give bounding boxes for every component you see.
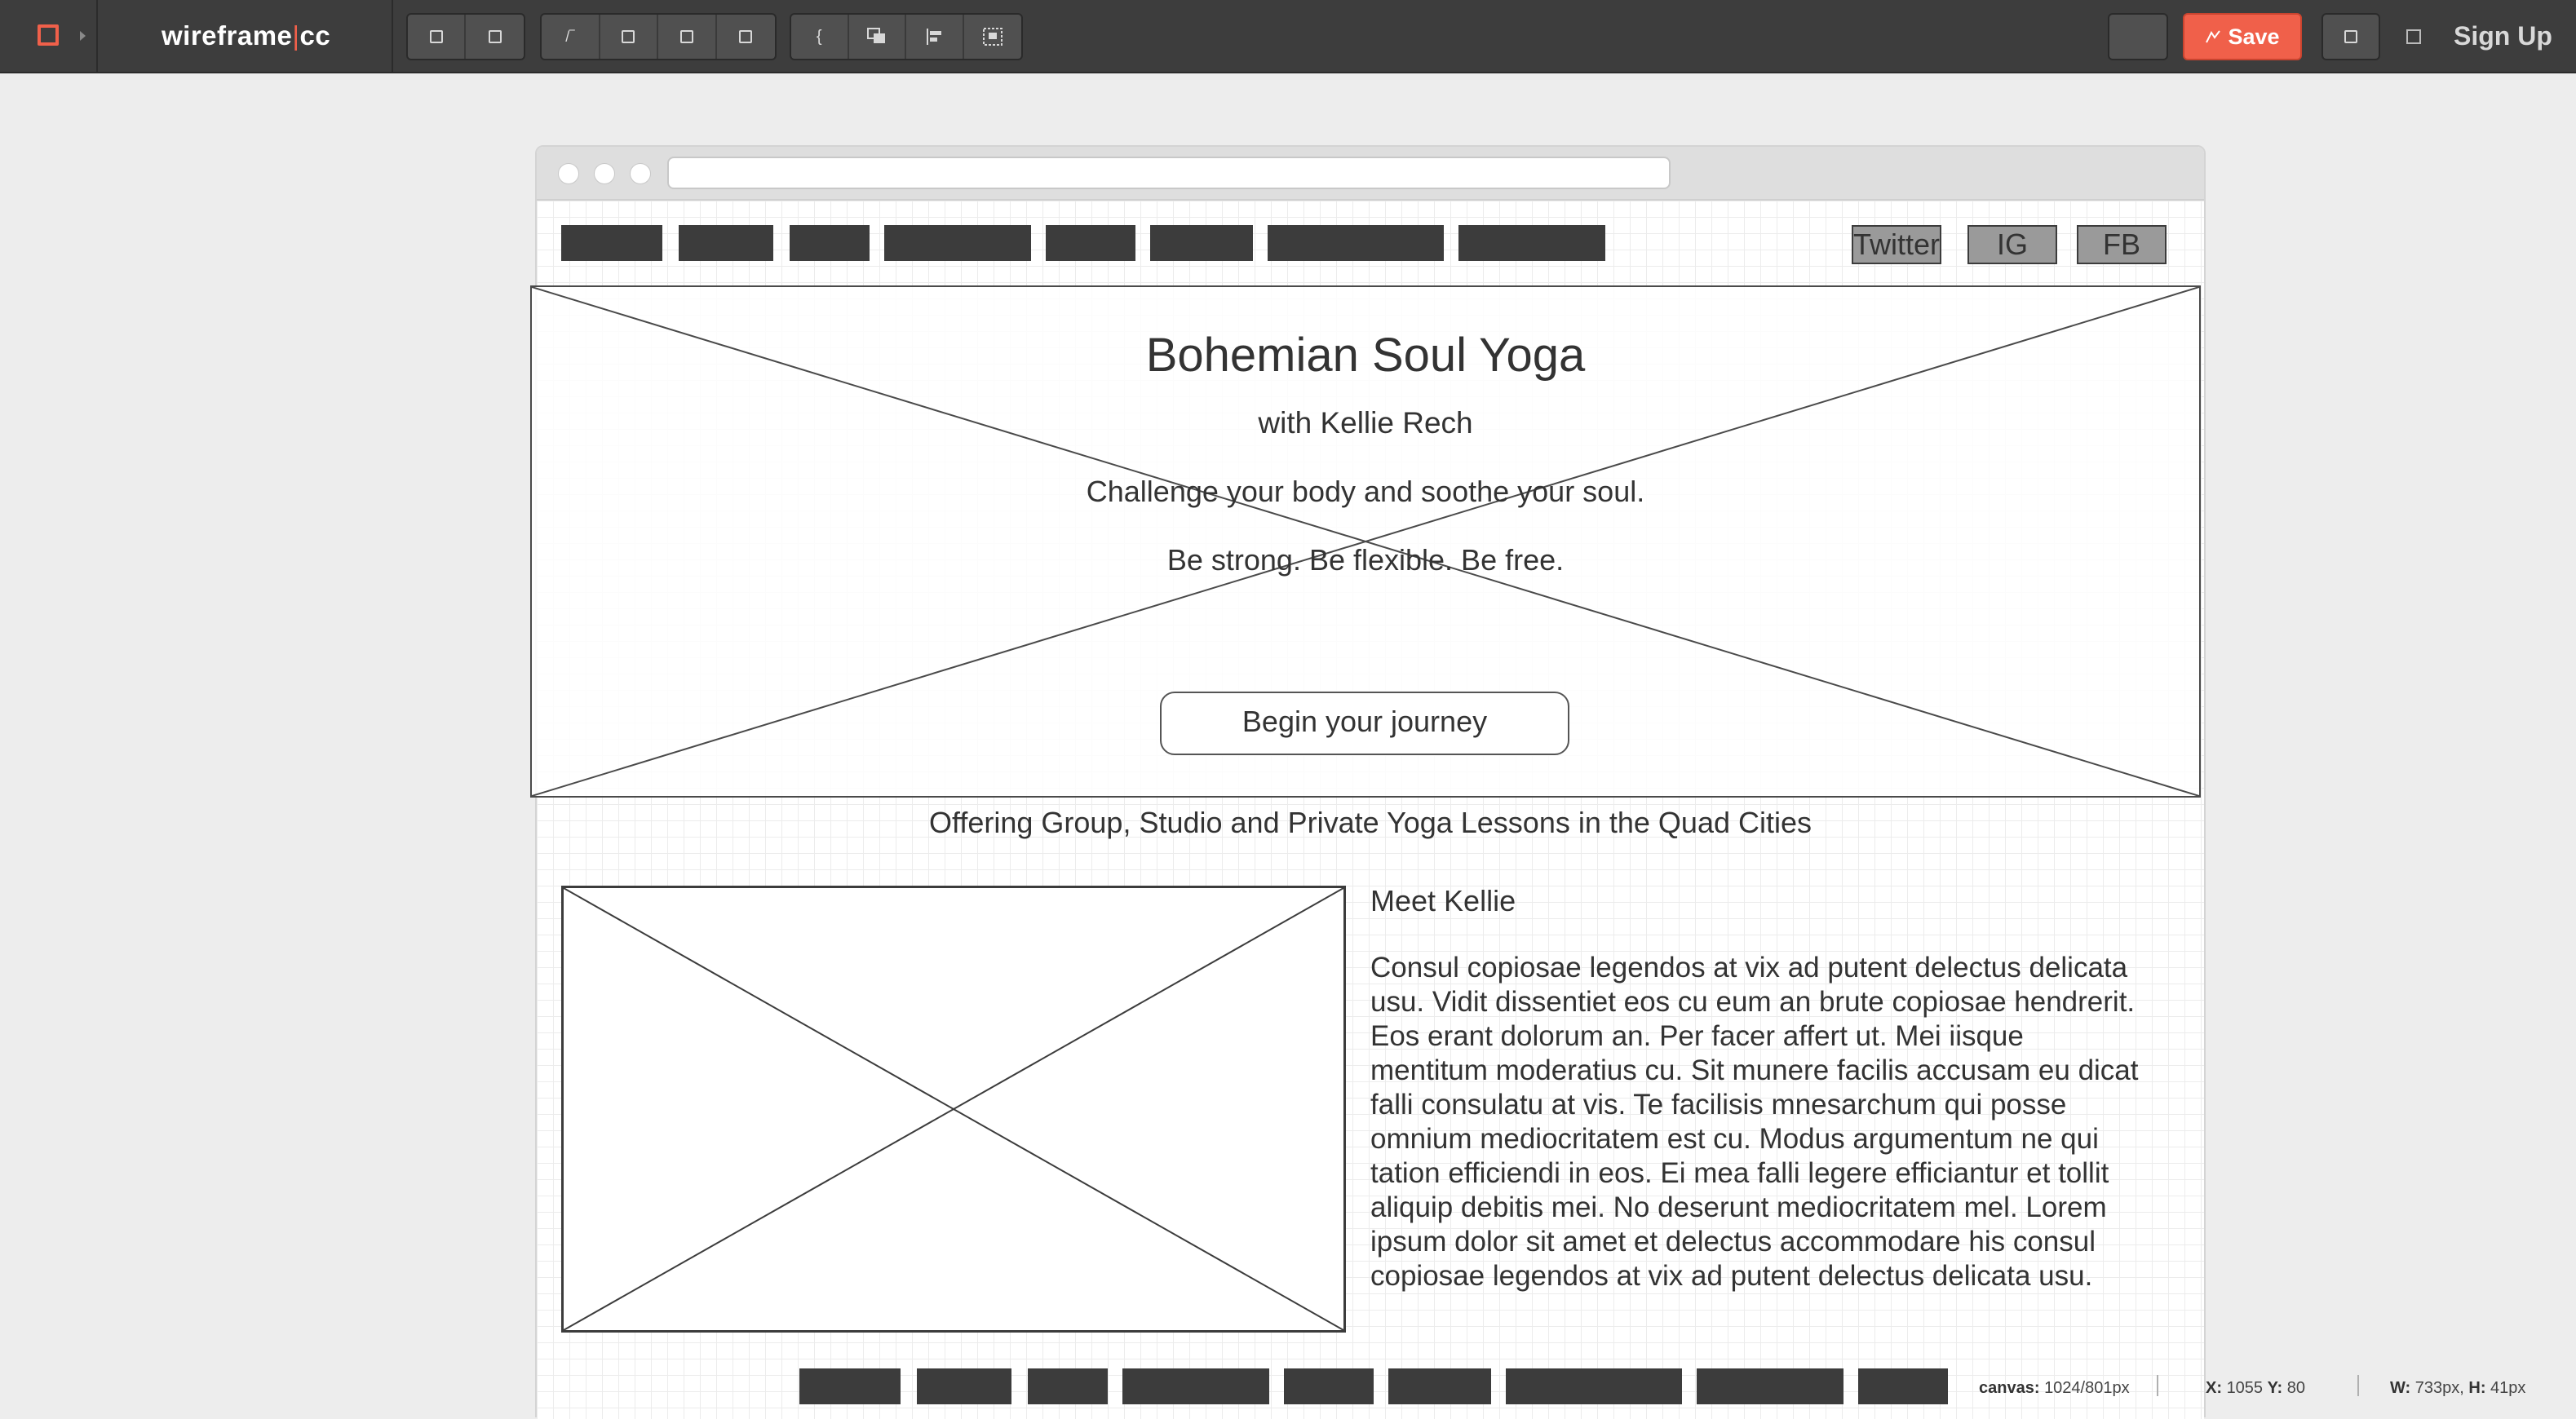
settings-button[interactable] xyxy=(2321,13,2380,60)
about-image-placeholder[interactable] xyxy=(561,886,1346,1333)
image-placeholder-cross xyxy=(564,888,1343,1330)
brand-left: wireframe xyxy=(162,20,293,51)
brand-pipe: | xyxy=(292,20,300,51)
tool-button[interactable] xyxy=(466,15,524,59)
square-icon xyxy=(429,30,443,43)
nav-item-block[interactable] xyxy=(790,225,870,261)
top-toolbar: wireframe|cc /‾ { Save Sign Up xyxy=(0,0,2576,73)
brace-icon: { xyxy=(816,27,822,46)
arrange-icon xyxy=(866,28,885,43)
nav-item-block[interactable] xyxy=(884,225,1031,261)
save-button[interactable]: Save xyxy=(2183,13,2302,60)
y-label: Y: xyxy=(2267,1379,2283,1397)
footer-nav-block[interactable] xyxy=(1284,1368,1374,1404)
status-divider xyxy=(2157,1375,2158,1396)
instagram-button[interactable]: IG xyxy=(1967,225,2057,264)
y-value: 80 xyxy=(2286,1379,2305,1397)
footer-nav-block[interactable] xyxy=(1506,1368,1682,1404)
toolbar-divider xyxy=(392,0,393,72)
h-value: 41px xyxy=(2490,1379,2526,1397)
hero-title: Bohemian Soul Yoga xyxy=(1145,329,1586,382)
tool-button[interactable] xyxy=(408,15,467,59)
facebook-button[interactable]: FB xyxy=(2077,225,2167,264)
square-icon xyxy=(739,30,753,43)
sketch-icon xyxy=(2206,30,2221,43)
group-button[interactable] xyxy=(964,15,1021,59)
nav-item-block[interactable] xyxy=(1150,225,1253,261)
tool-group-2: /‾ xyxy=(540,13,777,60)
about-body-text: Consul copiosae legendos at vix ad puten… xyxy=(1370,952,2139,1292)
square-icon xyxy=(622,30,635,43)
app-menu-icon[interactable] xyxy=(38,24,59,46)
nav-item-block[interactable] xyxy=(1046,225,1135,261)
browser-titlebar xyxy=(537,147,2204,201)
selection-size-readout: W: 733px, H: 41px xyxy=(2390,1377,2525,1399)
line-tool-button[interactable]: /‾ xyxy=(542,15,600,59)
nav-item-block[interactable] xyxy=(1268,225,1444,261)
window-dot xyxy=(558,163,579,184)
square-icon xyxy=(2344,30,2357,43)
footer-nav-block[interactable] xyxy=(917,1368,1011,1404)
square-icon xyxy=(679,30,693,43)
square-icon xyxy=(488,30,502,43)
nav-item-block[interactable] xyxy=(1458,225,1605,261)
brace-tool-button[interactable]: { xyxy=(791,15,849,59)
status-divider xyxy=(2357,1375,2359,1396)
canvas-value: 1024/801px xyxy=(2044,1379,2130,1397)
brand-logo: wireframe|cc xyxy=(162,18,330,54)
tool-button[interactable] xyxy=(717,15,775,59)
line-icon: /‾ xyxy=(565,28,575,45)
tool-group-3: { xyxy=(790,13,1023,60)
tool-button[interactable] xyxy=(600,15,658,59)
canvas-size-readout: canvas: 1024/801px xyxy=(1979,1377,2130,1399)
group-icon xyxy=(982,28,1003,46)
x-label: X: xyxy=(2206,1379,2222,1397)
user-icon xyxy=(2406,29,2421,44)
x-value: 1055 xyxy=(2226,1379,2264,1397)
blank-button[interactable] xyxy=(2108,13,2168,60)
h-label: H: xyxy=(2468,1379,2486,1397)
tool-group-1 xyxy=(406,13,525,60)
w-label: W: xyxy=(2390,1379,2411,1397)
hero-subtitle: with Kellie Rech xyxy=(1258,406,1473,440)
toolbar-divider xyxy=(96,0,98,72)
arrange-button[interactable] xyxy=(849,15,907,59)
align-left-icon xyxy=(927,29,942,45)
footer-nav-block[interactable] xyxy=(1028,1368,1108,1404)
caret-right-icon[interactable] xyxy=(80,31,86,41)
services-tagline: Offering Group, Studio and Private Yoga … xyxy=(928,806,1812,839)
nav-item-block[interactable] xyxy=(561,225,662,261)
footer-nav-block[interactable] xyxy=(799,1368,901,1404)
w-value: 733px, xyxy=(2414,1379,2464,1397)
hero-tagline-2: Be strong. Be flexible. Be free. xyxy=(1166,543,1565,577)
align-button[interactable] xyxy=(906,15,964,59)
brand-right: cc xyxy=(299,20,331,51)
cursor-position-readout: X: 1055 Y: 80 xyxy=(2206,1377,2305,1399)
begin-journey-button[interactable]: Begin your journey xyxy=(1160,692,1569,755)
footer-nav-block[interactable] xyxy=(1697,1368,1843,1404)
tool-button[interactable] xyxy=(658,15,717,59)
footer-nav-block[interactable] xyxy=(1122,1368,1269,1404)
about-heading: Meet Kellie xyxy=(1370,884,1516,917)
sign-up-link[interactable]: Sign Up xyxy=(2454,18,2552,54)
canvas-label: canvas: xyxy=(1979,1379,2040,1397)
hero-tagline-1: Challenge your body and soothe your soul… xyxy=(1086,475,1645,508)
hero-image-placeholder[interactable]: Bohemian Soul Yoga with Kellie Rech Chal… xyxy=(530,285,2201,798)
url-bar[interactable] xyxy=(667,157,1671,189)
twitter-button[interactable]: Twitter xyxy=(1852,225,1941,264)
save-label: Save xyxy=(2228,24,2280,49)
window-dot xyxy=(594,163,615,184)
footer-nav-block[interactable] xyxy=(1388,1368,1491,1404)
nav-item-block[interactable] xyxy=(679,225,773,261)
window-dot xyxy=(630,163,651,184)
footer-nav-block[interactable] xyxy=(1858,1368,1948,1404)
